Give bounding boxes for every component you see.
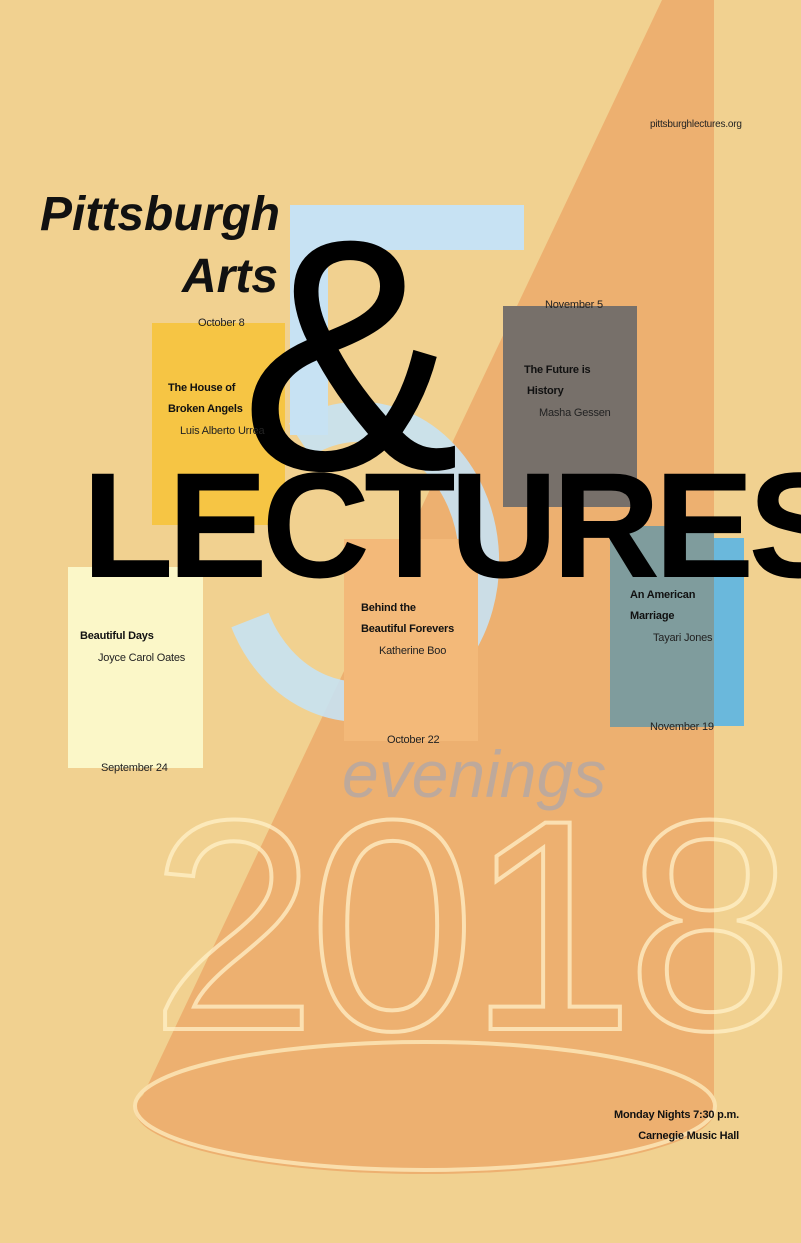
event-5-title-line1: An American bbox=[630, 589, 696, 601]
event-3-date: October 22 bbox=[387, 734, 440, 746]
event-4-speaker: Masha Gessen bbox=[539, 407, 611, 419]
event-4-title-line1: The Future is bbox=[524, 364, 591, 376]
event-2-title-line2: Broken Angels bbox=[168, 403, 243, 415]
event-1-title-line1: Beautiful Days bbox=[80, 630, 154, 642]
event-5-title-line2: Marriage bbox=[630, 610, 675, 622]
event-2-speaker: Luis Alberto Urrea bbox=[180, 425, 265, 437]
event-5-speaker: Tayari Jones bbox=[653, 632, 713, 644]
event-4-title-line2: History bbox=[527, 385, 564, 397]
event-2-title-line1: The House of bbox=[168, 382, 236, 394]
event-1-date: September 24 bbox=[101, 762, 168, 774]
footer-venue: Carnegie Music Hall bbox=[638, 1130, 739, 1142]
year-2018: 2018 bbox=[148, 757, 795, 1093]
event-3-title-line2: Beautiful Forevers bbox=[361, 623, 454, 635]
title-lectures: LECTURES bbox=[82, 441, 801, 609]
event-3-title-line1: Behind the bbox=[361, 602, 416, 614]
poster: Pittsburgh Arts & LECTURES evenings 2018… bbox=[0, 0, 801, 1243]
event-4-date: November 5 bbox=[545, 299, 603, 311]
event-3-speaker: Katherine Boo bbox=[379, 645, 447, 657]
event-2-date: October 8 bbox=[198, 317, 245, 329]
event-5-date: November 19 bbox=[650, 721, 714, 733]
event-1-speaker: Joyce Carol Oates bbox=[98, 652, 186, 664]
website-url: pittsburghlectures.org bbox=[650, 119, 742, 130]
footer-schedule: Monday Nights 7:30 p.m. bbox=[614, 1109, 739, 1121]
